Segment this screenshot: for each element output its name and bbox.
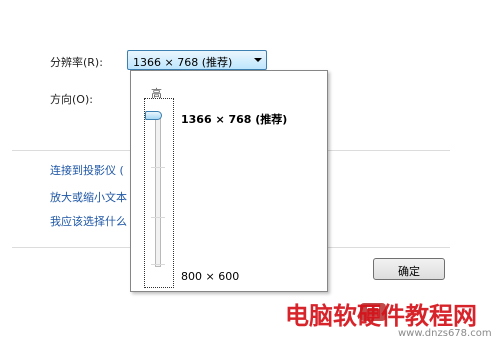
resolution-combobox[interactable]: 1366 × 768 (推荐) (127, 50, 267, 70)
slider-tick (151, 217, 165, 218)
resolution-slider-track[interactable] (155, 117, 161, 267)
connect-projector-link[interactable]: 连接到投影仪 ( (50, 162, 124, 178)
watermark-text: 电脑软硬件教程网 (285, 302, 477, 330)
slider-tick (151, 167, 165, 168)
resolution-dropdown: 高 1366 × 768 (推荐) 800 × 600 (130, 70, 328, 292)
watermark-url: www.dnzs678.com (398, 328, 492, 339)
selected-resolution-option[interactable]: 1366 × 768 (推荐) (181, 111, 287, 127)
text-size-link[interactable]: 放大或缩小文本 (50, 189, 127, 205)
ok-button-label: 确定 (398, 265, 420, 278)
resolution-slider-thumb[interactable] (145, 111, 162, 120)
ok-button[interactable]: 确定 (373, 258, 445, 280)
which-settings-link[interactable]: 我应该选择什么 (50, 213, 127, 229)
resolution-label: 分辨率(R): (50, 56, 103, 69)
slider-tick (151, 264, 165, 265)
orientation-label: 方向(O): (50, 93, 93, 106)
resolution-combobox-value: 1366 × 768 (推荐) (133, 56, 233, 69)
display-settings-panel: 分辨率(R): 1366 × 768 (推荐) 方向(O): 连接到投影仪 ( … (0, 0, 500, 349)
chevron-down-icon (254, 58, 262, 62)
lowest-resolution-option[interactable]: 800 × 600 (181, 270, 239, 283)
